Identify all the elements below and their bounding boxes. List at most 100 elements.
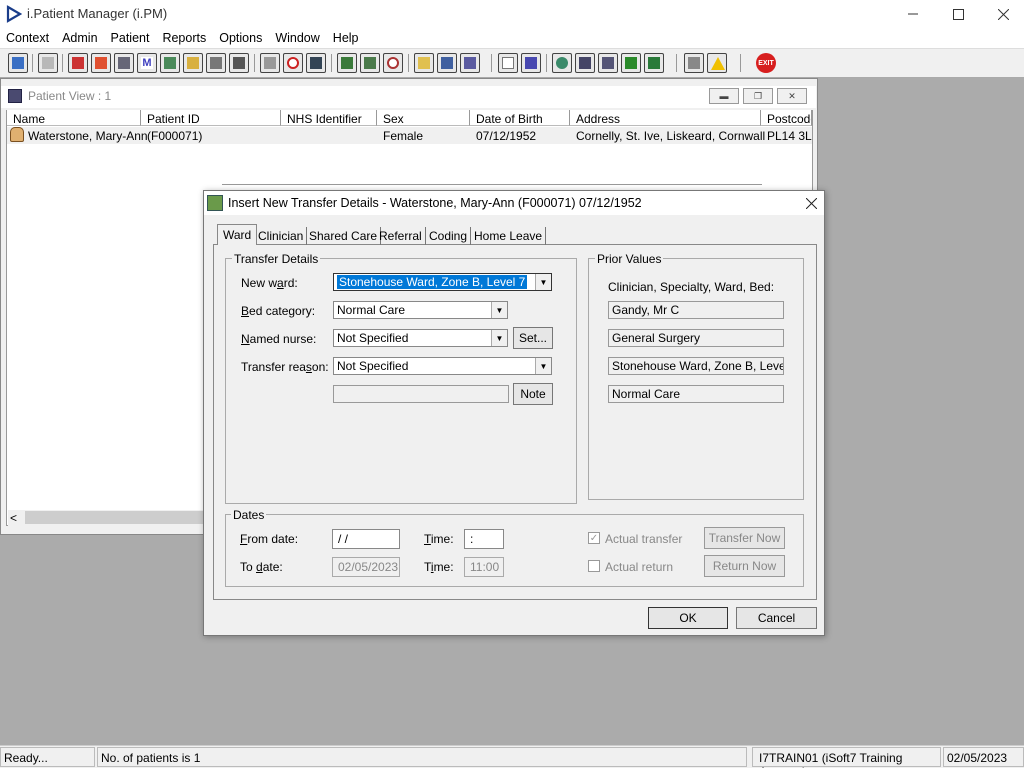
to-date-input[interactable]: 02/05/2023	[332, 557, 400, 577]
patient-view-minimize-button[interactable]: ▬	[709, 88, 739, 104]
patient-view-icon	[8, 89, 22, 103]
column-header-name[interactable]: Name	[7, 110, 141, 126]
menu-options[interactable]: Options	[213, 28, 269, 48]
dialog-close-button[interactable]	[798, 191, 824, 215]
toolbar-book-button[interactable]	[68, 53, 88, 73]
swap-icon	[688, 57, 700, 69]
toolbar-page-button[interactable]	[498, 53, 518, 73]
toolbar-check2-button[interactable]	[598, 53, 618, 73]
scroll-left-icon[interactable]: <	[10, 511, 17, 525]
patient-view-restore-button[interactable]: ❐	[743, 88, 773, 104]
menu-help[interactable]: Help	[327, 28, 366, 48]
toolbar-globe-button[interactable]	[552, 53, 572, 73]
column-header-postcode[interactable]: Postcode	[761, 110, 812, 126]
person-icon	[12, 57, 24, 69]
named-nurse-select[interactable]: Not Specified ▼	[333, 329, 508, 347]
toolbar-green-check-button[interactable]	[621, 53, 641, 73]
dialog-title: Insert New Transfer Details - Waterstone…	[228, 196, 642, 210]
tab-clinician[interactable]: Clinician	[255, 227, 308, 245]
menu-window[interactable]: Window	[269, 28, 326, 48]
chart-icon	[525, 57, 537, 69]
actual-transfer-label: Actual transfer	[605, 532, 683, 546]
toolbar-card-button[interactable]	[114, 53, 134, 73]
toolbar-m-button[interactable]: M	[137, 53, 157, 73]
column-header-sex[interactable]: Sex	[377, 110, 470, 126]
transfer-icon	[207, 195, 223, 211]
actual-return-checkbox[interactable]	[588, 560, 600, 572]
no-entry-icon	[387, 57, 399, 69]
new-ward-select[interactable]: Stonehouse Ward, Zone B, Level 7 ▼	[333, 273, 552, 291]
toolbar-warning-button[interactable]	[707, 53, 727, 73]
ok-button[interactable]: OK	[648, 607, 728, 629]
chevron-down-icon[interactable]: ▼	[491, 330, 507, 346]
chevron-down-icon[interactable]: ▼	[535, 358, 551, 374]
cell-name: Waterstone, Mary-Ann	[28, 129, 148, 143]
tab-coding[interactable]: Coding	[426, 227, 472, 245]
toolbar-flag-button[interactable]	[206, 53, 226, 73]
toolbar-green-list-button[interactable]	[644, 53, 664, 73]
transfer-reason-select[interactable]: Not Specified ▼	[333, 357, 552, 375]
status-ready: Ready...	[0, 747, 95, 767]
patient-view-close-button[interactable]: ✕	[777, 88, 807, 104]
to-time-input[interactable]: 11:00	[464, 557, 504, 577]
chevron-down-icon[interactable]: ▼	[491, 302, 507, 318]
actual-transfer-checkbox[interactable]: ✓	[588, 532, 600, 544]
toolbar-chart-button[interactable]	[521, 53, 541, 73]
toolbar-print-button[interactable]	[38, 53, 58, 73]
close-button[interactable]	[980, 0, 1024, 28]
bed-category-select[interactable]: Normal Care ▼	[333, 301, 508, 319]
checklist-icon	[579, 57, 591, 69]
toolbar-notes-button[interactable]	[360, 53, 380, 73]
toolbar-vehicle-button[interactable]	[437, 53, 457, 73]
status-count: No. of patients is 1	[97, 747, 747, 767]
column-header-address[interactable]: Address	[570, 110, 761, 126]
toolbar-swap-button[interactable]	[684, 53, 704, 73]
chevron-down-icon[interactable]: ▼	[535, 274, 551, 290]
checklist-down-icon	[602, 57, 614, 69]
toolbar-clock-button[interactable]	[283, 53, 303, 73]
menu-bar: Context Admin Patient Reports Options Wi…	[0, 28, 1024, 48]
note-button[interactable]: Note	[513, 383, 553, 405]
toolbar-monitor-button[interactable]	[306, 53, 326, 73]
from-date-input[interactable]: / /	[332, 529, 400, 549]
menu-admin[interactable]: Admin	[56, 28, 104, 48]
minimize-button[interactable]	[890, 0, 936, 28]
prior-bed-field: Normal Care	[608, 385, 784, 403]
toolbar-patient-button[interactable]	[8, 53, 28, 73]
toolbar-list-button[interactable]	[183, 53, 203, 73]
toolbar-edit-button[interactable]	[91, 53, 111, 73]
column-header-patient-id[interactable]: Patient ID	[141, 110, 281, 126]
column-header-nhs[interactable]: NHS Identifier	[281, 110, 377, 126]
scrollbar-thumb[interactable]	[25, 511, 203, 524]
from-time-input[interactable]: :	[464, 529, 504, 549]
cell-nhs	[281, 129, 287, 145]
from-time-label: Time:	[424, 532, 454, 546]
toolbar-doctor-button[interactable]	[160, 53, 180, 73]
to-date-label: To date:	[240, 560, 283, 574]
column-header-dob[interactable]: Date of Birth	[470, 110, 570, 126]
toolbar-calendar-button[interactable]	[337, 53, 357, 73]
tab-referral[interactable]: Referral	[376, 227, 426, 245]
new-ward-label: New ward:	[241, 276, 298, 290]
set-nurse-button[interactable]: Set...	[513, 327, 553, 349]
menu-context[interactable]: Context	[0, 28, 56, 48]
menu-reports[interactable]: Reports	[156, 28, 213, 48]
toolbar-no-entry-button[interactable]	[383, 53, 403, 73]
transfer-now-button[interactable]: Transfer Now	[704, 527, 785, 549]
tab-ward[interactable]: Ward	[217, 224, 258, 245]
maximize-icon	[952, 8, 964, 20]
maximize-button[interactable]	[935, 0, 981, 28]
menu-patient[interactable]: Patient	[105, 28, 157, 48]
tab-shared-care[interactable]: Shared Care	[306, 227, 382, 245]
exit-button[interactable]: EXIT	[756, 53, 776, 73]
toolbar-cancel-button[interactable]	[260, 53, 280, 73]
toolbar-check-button[interactable]	[575, 53, 595, 73]
toolbar-transfer-button[interactable]	[229, 53, 249, 73]
cancel-button[interactable]: Cancel	[736, 607, 817, 629]
tab-home-leave[interactable]: Home Leave	[471, 227, 547, 245]
return-now-button[interactable]: Return Now	[704, 555, 785, 577]
toolbar-people-button[interactable]	[460, 53, 480, 73]
book-icon	[72, 57, 84, 69]
doctor-icon	[164, 57, 176, 69]
toolbar-doc-button[interactable]	[414, 53, 434, 73]
